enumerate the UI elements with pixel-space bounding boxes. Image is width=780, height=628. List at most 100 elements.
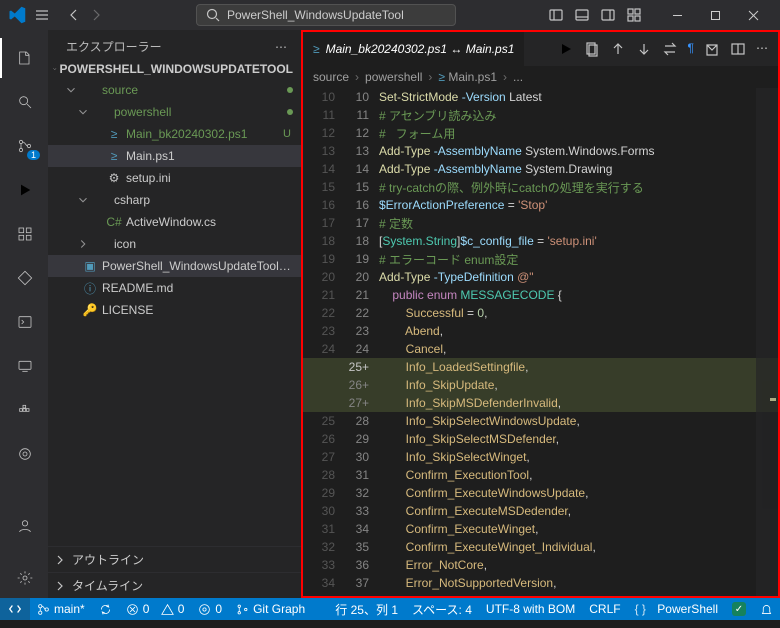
breadcrumb-item[interactable]: ≥ Main.ps1 [438,70,497,84]
breadcrumb-item[interactable]: powershell [365,70,422,84]
timeline-section[interactable]: タイムライン [48,572,301,598]
code-line[interactable]: 1818[System.String]$c_config_file = 'set… [303,232,778,250]
language-mode[interactable]: { } PowerShell [628,598,725,620]
activity-remote[interactable] [0,346,48,386]
split-editor-icon[interactable] [730,41,746,57]
activity-search[interactable] [0,82,48,122]
nav-back[interactable] [66,7,82,23]
window-close[interactable] [734,1,772,29]
code-line[interactable]: 1515# try-catchの際、例外時にcatchの処理を実行する [303,178,778,196]
code-line[interactable]: 2730 Info_SkipSelectWinget, [303,448,778,466]
go-to-file-icon[interactable] [584,41,600,57]
layout-sidebar-left-icon[interactable] [548,7,564,23]
tree-item[interactable]: ⚙setup.ini [48,167,301,189]
tree-item[interactable]: csharp [48,189,301,211]
nav-forward[interactable] [88,7,104,23]
activity-explorer[interactable] [0,38,48,78]
prettier-status[interactable]: ✓ [725,598,753,620]
code-line[interactable]: 1111# アセンブリ読み込み [303,106,778,124]
code-line[interactable]: 1414Add-Type -AssemblyName System.Drawin… [303,160,778,178]
activity-git[interactable] [0,258,48,298]
code-line[interactable]: 3437 Error_NotSupportedVersion, [303,574,778,592]
code-line[interactable]: 2222 Successful = 0, [303,304,778,322]
tree-item[interactable]: ≥Main_bk20240302.ps1U [48,123,301,145]
activity-kubernetes[interactable] [0,434,48,474]
code-line[interactable]: 2831 Confirm_ExecutionTool, [303,466,778,484]
arrow-up-icon[interactable] [610,41,626,57]
code-line[interactable]: 3336 Error_NotCore, [303,556,778,574]
notifications-icon[interactable] [753,598,780,620]
activity-docker[interactable] [0,390,48,430]
code-line[interactable]: 27+ Info_SkipMSDefenderInvalid, [303,394,778,412]
code-line[interactable]: 25+ Info_LoadedSettingfile, [303,358,778,376]
encoding-status[interactable]: UTF-8 with BOM [479,598,582,620]
sidebar-more-icon[interactable]: ⋯ [275,40,287,54]
code-line[interactable]: 3538 Error_NotWindows [303,592,778,596]
breadcrumb[interactable]: source›powershell›≥ Main.ps1›... [303,66,778,88]
code-line[interactable]: 2020Add-Type -TypeDefinition @" [303,268,778,286]
more-icon[interactable]: ⋯ [756,41,768,57]
code-line[interactable]: 1616$ErrorActionPreference = 'Stop' [303,196,778,214]
code-line[interactable]: 2323 Abend, [303,322,778,340]
activity-terminal[interactable] [0,302,48,342]
tree-item[interactable]: 🔑LICENSE [48,299,301,321]
whitespace-icon[interactable]: ¶ [688,41,694,57]
command-center[interactable]: PowerShell_WindowsUpdateTool [196,4,456,26]
tree-item[interactable]: source [48,79,301,101]
tree-item[interactable]: icon [48,233,301,255]
sync-status[interactable] [92,598,119,620]
breadcrumb-item[interactable]: ... [513,70,523,84]
window-maximize[interactable] [696,1,734,29]
code-line[interactable]: 1010Set-StrictMode -Version Latest [303,88,778,106]
layout-panel-icon[interactable] [574,7,590,23]
remote-indicator[interactable] [0,598,30,620]
sidebar-root[interactable]: POWERSHELL_WINDOWSUPDATETOOL [48,59,301,79]
tree-item[interactable]: ≥Main.ps1 [48,145,301,167]
tree-item[interactable]: C#ActiveWindow.cs [48,211,301,233]
code-area[interactable]: 1010Set-StrictMode -Version Latest1111# … [303,88,778,596]
code-line[interactable]: 1717# 定数 [303,214,778,232]
indent-status[interactable]: スペース: 4 [405,598,479,620]
problems-status[interactable]: 0 0 [119,598,192,620]
git-status: U [283,128,293,140]
open-preview-icon[interactable] [704,41,720,57]
eol-status[interactable]: CRLF [582,598,627,620]
port-status[interactable]: 0 [191,598,229,620]
code-line[interactable]: 2629 Info_SkipSelectMSDefender, [303,430,778,448]
menu-icon[interactable] [34,7,50,23]
code-line[interactable]: 3033 Confirm_ExecuteMSDedender, [303,502,778,520]
layout-sidebar-right-icon[interactable] [600,7,616,23]
swap-icon[interactable] [662,41,678,57]
code-line[interactable]: 3134 Confirm_ExecuteWinget, [303,520,778,538]
activity-settings[interactable] [0,558,48,598]
customize-layout-icon[interactable] [626,7,642,23]
activity-extensions[interactable] [0,214,48,254]
tree-item[interactable]: ⓘREADME.md [48,277,301,299]
file-icon: ≥ [106,127,122,141]
breadcrumb-item[interactable]: source [313,70,349,84]
code-line[interactable]: 2528 Info_SkipSelectWindowsUpdate, [303,412,778,430]
code-line[interactable]: 3235 Confirm_ExecuteWinget_Individual, [303,538,778,556]
editor-tab[interactable]: ≥ Main_bk20240302.ps1 ↔ Main.ps1 [303,32,524,66]
tree-item[interactable]: powershell [48,101,301,123]
code-line[interactable]: 1919# エラーコード enum設定 [303,250,778,268]
activity-scm[interactable]: 1 [0,126,48,166]
outline-section[interactable]: アウトライン [48,546,301,572]
activity-debug[interactable] [0,170,48,210]
arrow-down-icon[interactable] [636,41,652,57]
scm-badge: 1 [27,150,40,160]
git-graph[interactable]: Git Graph [229,598,312,620]
tree-item[interactable]: ▣PowerShell_WindowsUpdateTool.bat [48,255,301,277]
code-line[interactable]: 26+ Info_SkipUpdate, [303,376,778,394]
run-icon[interactable] [558,41,574,57]
code-line[interactable]: 2121 public enum MESSAGECODE { [303,286,778,304]
activity-account[interactable] [0,506,48,546]
code-line[interactable]: 2424 Cancel, [303,340,778,358]
code-line[interactable]: 1212# フォーム用 [303,124,778,142]
code-line[interactable]: 2932 Confirm_ExecuteWindowsUpdate, [303,484,778,502]
window-minimize[interactable] [658,1,696,29]
git-branch[interactable]: main* [30,598,92,620]
minimap[interactable] [756,88,778,596]
cursor-position[interactable]: 行 25、列 1 [328,598,405,620]
code-line[interactable]: 1313Add-Type -AssemblyName System.Window… [303,142,778,160]
